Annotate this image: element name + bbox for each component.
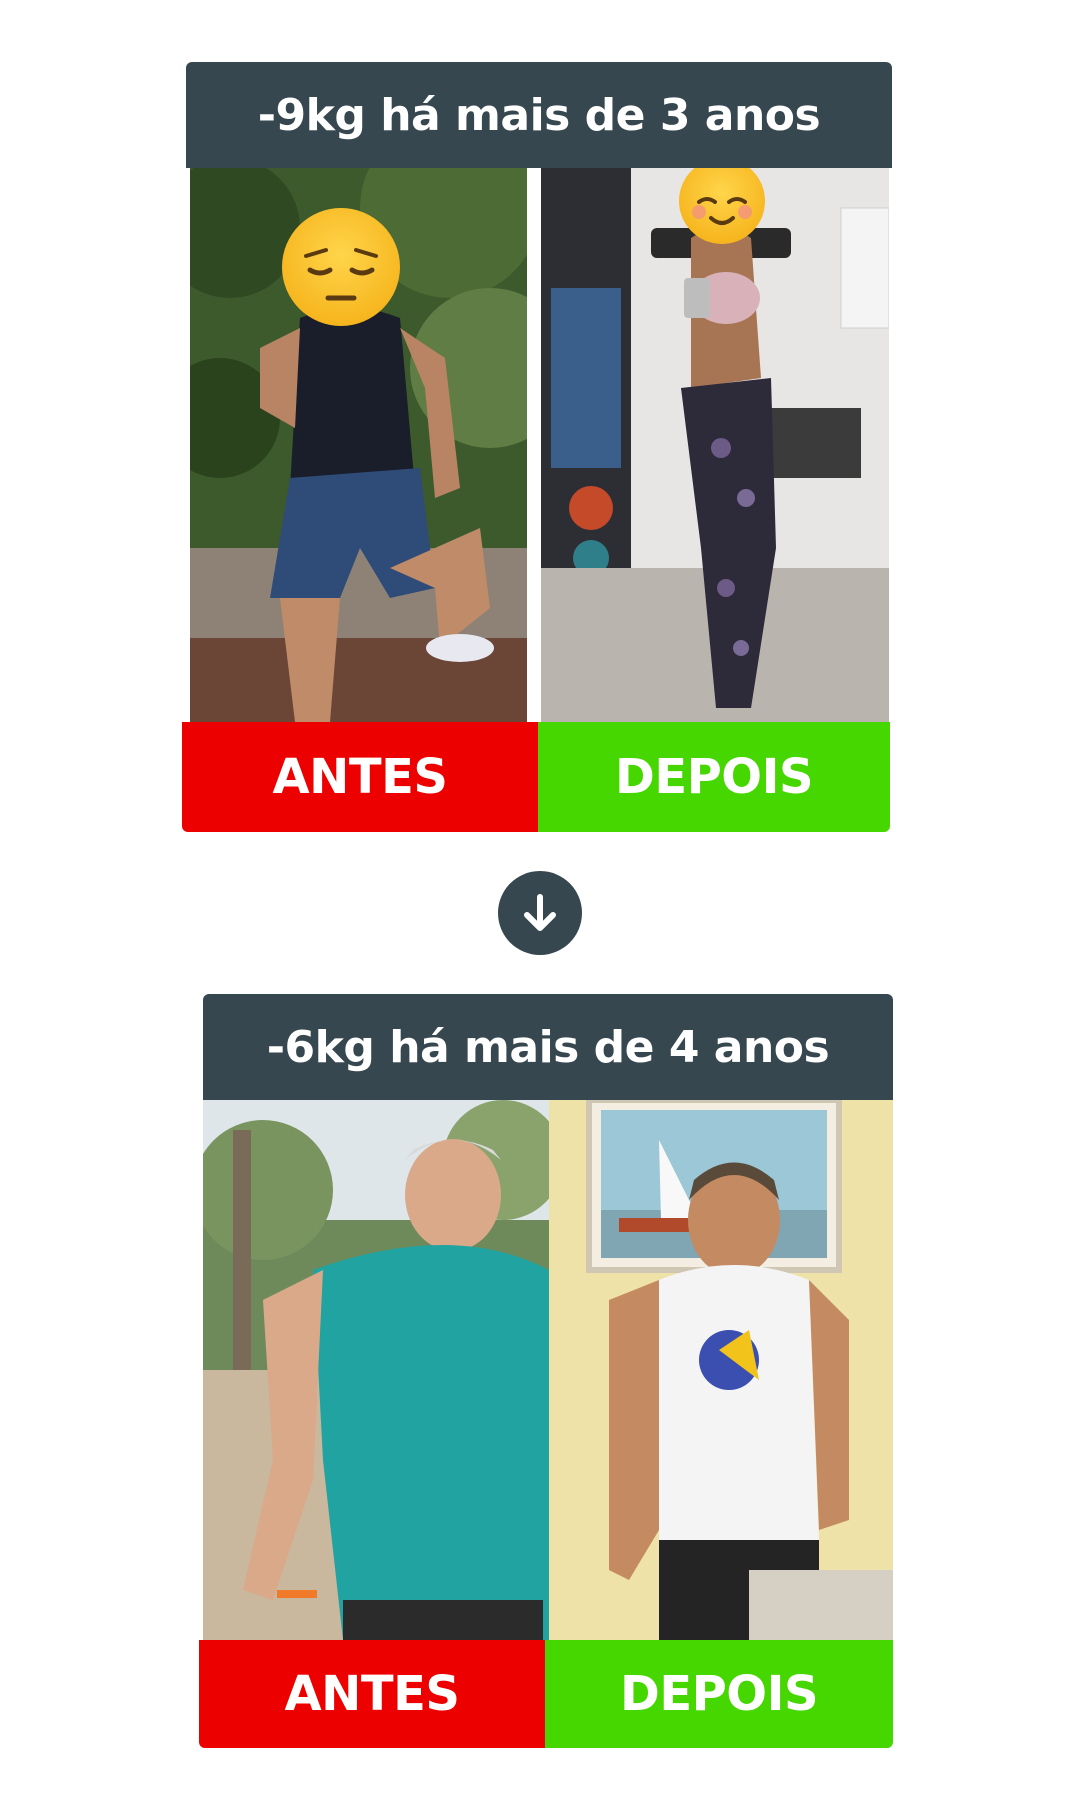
woman-before-photo: [190, 168, 527, 722]
woman-after-photo: [541, 168, 889, 722]
man-before-photo: [203, 1100, 549, 1640]
card-title: -9kg há mais de 3 anos: [186, 62, 892, 168]
before-label: ANTES: [199, 1640, 545, 1748]
card-title: -6kg há mais de 4 anos: [203, 994, 893, 1100]
after-label: DEPOIS: [545, 1640, 893, 1748]
after-label: DEPOIS: [538, 722, 890, 832]
smiling-emoji-icon: [679, 168, 765, 244]
before-label: ANTES: [182, 722, 538, 832]
pensive-emoji-icon: [282, 208, 400, 326]
man-after-photo: [549, 1100, 893, 1640]
arrow-down-icon: [524, 894, 556, 931]
divider-arrow: [498, 871, 582, 955]
